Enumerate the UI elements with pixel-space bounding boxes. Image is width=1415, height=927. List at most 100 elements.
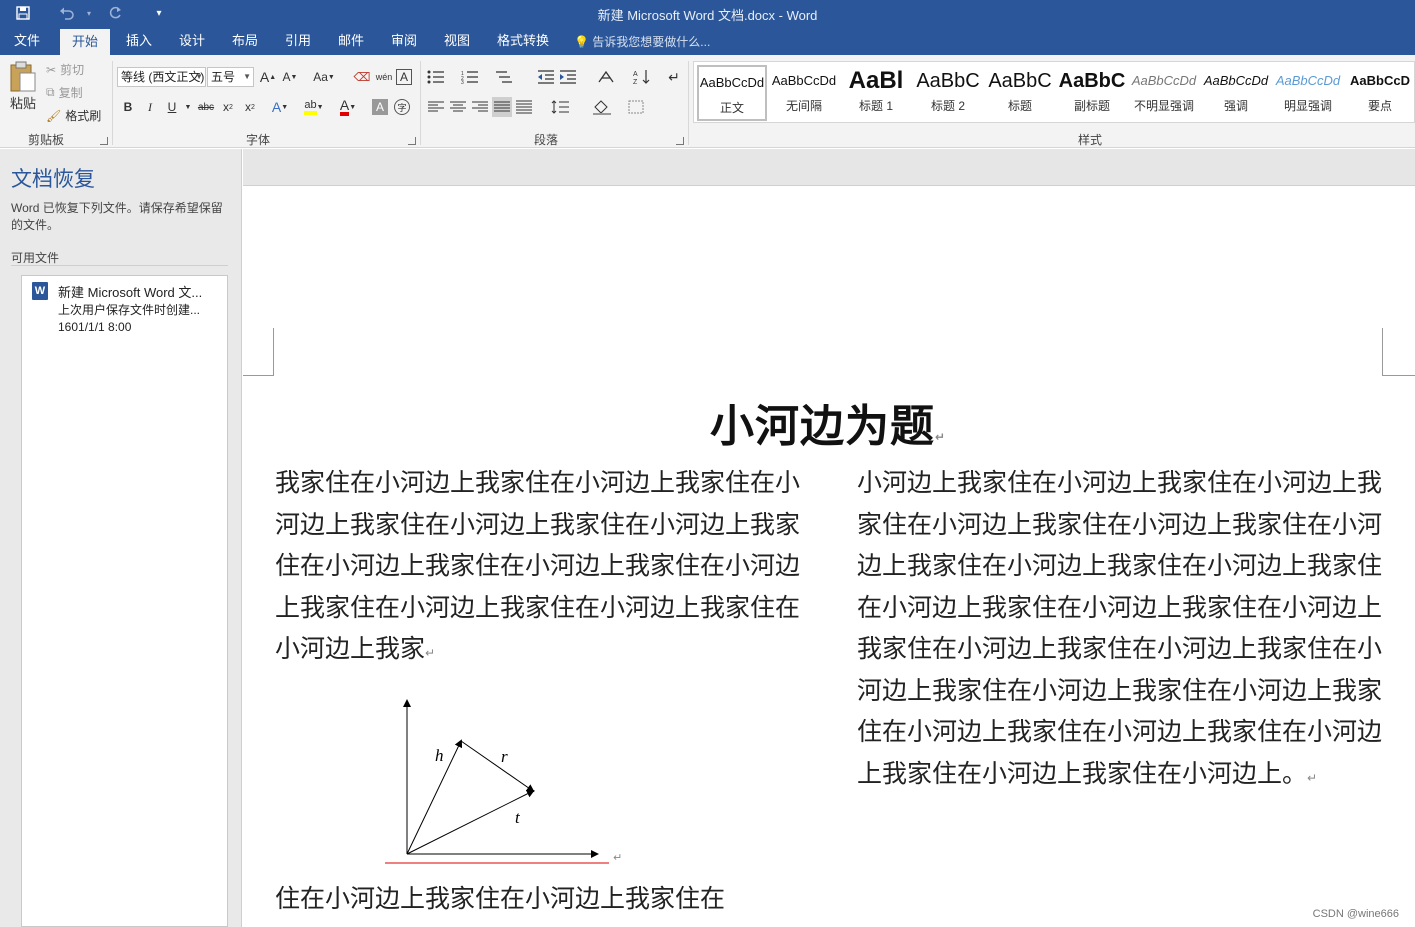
- style-name: 副标题: [1073, 99, 1110, 113]
- tab-mailings[interactable]: 邮件: [326, 27, 376, 55]
- align-right-icon[interactable]: [470, 97, 490, 117]
- recovery-description: Word 已恢复下列文件。请保存希望保留的文件。: [11, 201, 223, 232]
- tab-home[interactable]: 开始: [60, 29, 111, 55]
- style-name: 强调: [1223, 99, 1248, 113]
- strikethrough-icon: abc: [197, 101, 215, 113]
- char-shading-icon: A: [375, 100, 384, 114]
- document-area[interactable]: 小河边为题↵ 我家住在小河边上我家住在小河边上我家住在小河边上我家住在小河边上我…: [243, 149, 1415, 927]
- copy-button[interactable]: ⧉ 复制: [46, 84, 83, 101]
- ribbon: 粘贴 ✂ 剪切 ⧉ 复制 🖌 格式刷 剪贴板 等线 (西文正文) ▼ 五号 ▼ A ▲ A ▼…: [0, 55, 1415, 148]
- chevron-down-icon: ▼: [195, 72, 203, 81]
- style-preview: AaBbCcDd: [699, 75, 765, 90]
- styles-gallery: AaBbCcDd 正文 AaBbCcDd 无间隔 AaBl 标题 1 AaBbC 标题 …: [693, 61, 1415, 123]
- strikethrough-button[interactable]: abc: [196, 97, 216, 117]
- style-subtle-emphasis[interactable]: AaBbCcDd 不明显强调: [1129, 65, 1199, 121]
- tab-references[interactable]: 引用: [273, 27, 323, 55]
- show-marks-icon[interactable]: ↵: [664, 67, 684, 87]
- style-preview: AaBbCcDd: [1203, 73, 1269, 88]
- style-heading-1[interactable]: AaBl 标题 1: [841, 65, 911, 121]
- label-r: r: [501, 747, 508, 766]
- justify-icon[interactable]: [492, 97, 512, 117]
- distributed-icon[interactable]: [514, 97, 534, 117]
- phonetic-guide-button[interactable]: wén: [374, 67, 394, 87]
- enclose-chars-icon: 字: [397, 102, 407, 113]
- char-border-button[interactable]: A: [396, 69, 412, 85]
- align-center-icon[interactable]: [448, 97, 468, 117]
- style-name: 标题 2: [930, 99, 965, 113]
- document-title: 小河边为题↵: [710, 390, 946, 454]
- tab-file[interactable]: 文件: [2, 27, 52, 55]
- numbering-icon[interactable]: 123: [460, 67, 480, 87]
- group-divider: [112, 61, 113, 145]
- grow-font-button[interactable]: A ▲: [258, 67, 278, 87]
- recovered-file-date: 1601/1/1 8:00: [58, 320, 132, 334]
- align-left-icon[interactable]: [426, 97, 446, 117]
- style-no-spacing[interactable]: AaBbCcDd 无间隔: [769, 65, 839, 121]
- style-name: 标题: [1007, 99, 1032, 113]
- multilevel-list-icon[interactable]: [494, 67, 514, 87]
- copy-icon: ⧉: [46, 85, 55, 99]
- bullets-icon[interactable]: [426, 67, 446, 87]
- style-title[interactable]: AaBbC 标题: [985, 65, 1055, 121]
- h-vector-arrow: [406, 739, 463, 855]
- style-emphasis[interactable]: AaBbCcDd 强调: [1201, 65, 1271, 121]
- paste-label: 粘贴: [9, 96, 36, 111]
- tab-insert[interactable]: 插入: [114, 27, 164, 55]
- svg-text:Z: Z: [633, 79, 638, 85]
- highlight-button[interactable]: ab ▼: [304, 97, 324, 117]
- chinese-layout-icon[interactable]: [592, 67, 620, 87]
- style-heading-2[interactable]: AaBbC 标题 2: [913, 65, 983, 121]
- style-subtitle[interactable]: AaBbC 副标题: [1057, 65, 1127, 121]
- subscript-button[interactable]: x2: [218, 97, 238, 117]
- vector-diagram[interactable]: h r t ↵: [383, 691, 633, 866]
- paragraph-launcher-icon[interactable]: [676, 137, 684, 145]
- styles-group-label: 样式: [1078, 133, 1103, 147]
- recovered-file-item[interactable]: W 新建 Microsoft Word 文... 上次用户保存文件时创建... …: [22, 276, 227, 340]
- clear-format-icon[interactable]: ⌫: [352, 67, 372, 87]
- decrease-indent-icon[interactable]: [536, 67, 556, 87]
- highlighter-icon: ab: [304, 99, 317, 115]
- sort-icon[interactable]: AZ: [632, 67, 652, 87]
- bold-button[interactable]: B: [118, 97, 138, 117]
- recovery-title: 文档恢复: [11, 168, 95, 191]
- line-spacing-icon[interactable]: [546, 97, 574, 117]
- underline-dropdown-icon[interactable]: ▼: [178, 97, 198, 117]
- tab-view[interactable]: 视图: [432, 27, 482, 55]
- increase-indent-icon[interactable]: [558, 67, 578, 87]
- char-border-icon: A: [399, 70, 408, 84]
- text-effects-button[interactable]: A ▼: [270, 97, 290, 117]
- style-name: 正文: [719, 101, 744, 115]
- paste-button[interactable]: 粘贴: [8, 61, 38, 112]
- cut-label: 剪切: [60, 63, 85, 77]
- change-case-button[interactable]: Aa ▼: [310, 67, 338, 87]
- superscript-button[interactable]: x2: [240, 97, 260, 117]
- style-strong[interactable]: AaBbCcD 要点: [1345, 65, 1415, 121]
- group-divider: [688, 61, 689, 145]
- enclose-chars-button[interactable]: 字: [394, 99, 410, 115]
- char-shading-button[interactable]: A: [372, 99, 388, 115]
- style-normal[interactable]: AaBbCcDd 正文: [697, 65, 767, 121]
- style-preview: AaBbCcD: [1350, 73, 1410, 88]
- clipboard-launcher-icon[interactable]: [100, 137, 108, 145]
- style-preview: AaBbCcDd: [1131, 73, 1197, 88]
- font-color-button[interactable]: A ▼: [338, 97, 358, 117]
- font-launcher-icon[interactable]: [408, 137, 416, 145]
- crop-mark: [1382, 328, 1415, 376]
- document-page[interactable]: 小河边为题↵ 我家住在小河边上我家住在小河边上我家住在小河边上我家住在小河边上我…: [243, 185, 1415, 927]
- format-painter-button[interactable]: 🖌 格式刷: [46, 107, 101, 124]
- tell-me-box[interactable]: 💡 告诉我您想要做什么...: [574, 33, 710, 50]
- shrink-font-button[interactable]: A ▼: [280, 67, 300, 87]
- cut-button[interactable]: ✂ 剪切: [46, 61, 84, 78]
- font-size-combo[interactable]: 五号 ▼: [207, 67, 254, 87]
- tab-review[interactable]: 审阅: [379, 27, 429, 55]
- tab-format-convert[interactable]: 格式转换: [485, 27, 561, 55]
- style-intense-emphasis[interactable]: AaBbCcDd 明显强调: [1273, 65, 1343, 121]
- tab-design[interactable]: 设计: [167, 27, 217, 55]
- borders-icon[interactable]: [622, 97, 650, 117]
- recovered-file-name: 新建 Microsoft Word 文...: [58, 285, 203, 300]
- tab-layout[interactable]: 布局: [220, 27, 270, 55]
- italic-button[interactable]: I: [140, 97, 160, 117]
- shading-icon[interactable]: [588, 97, 616, 117]
- font-name-combo[interactable]: 等线 (西文正文) ▼: [117, 67, 206, 87]
- lightbulb-icon: 💡: [574, 35, 589, 49]
